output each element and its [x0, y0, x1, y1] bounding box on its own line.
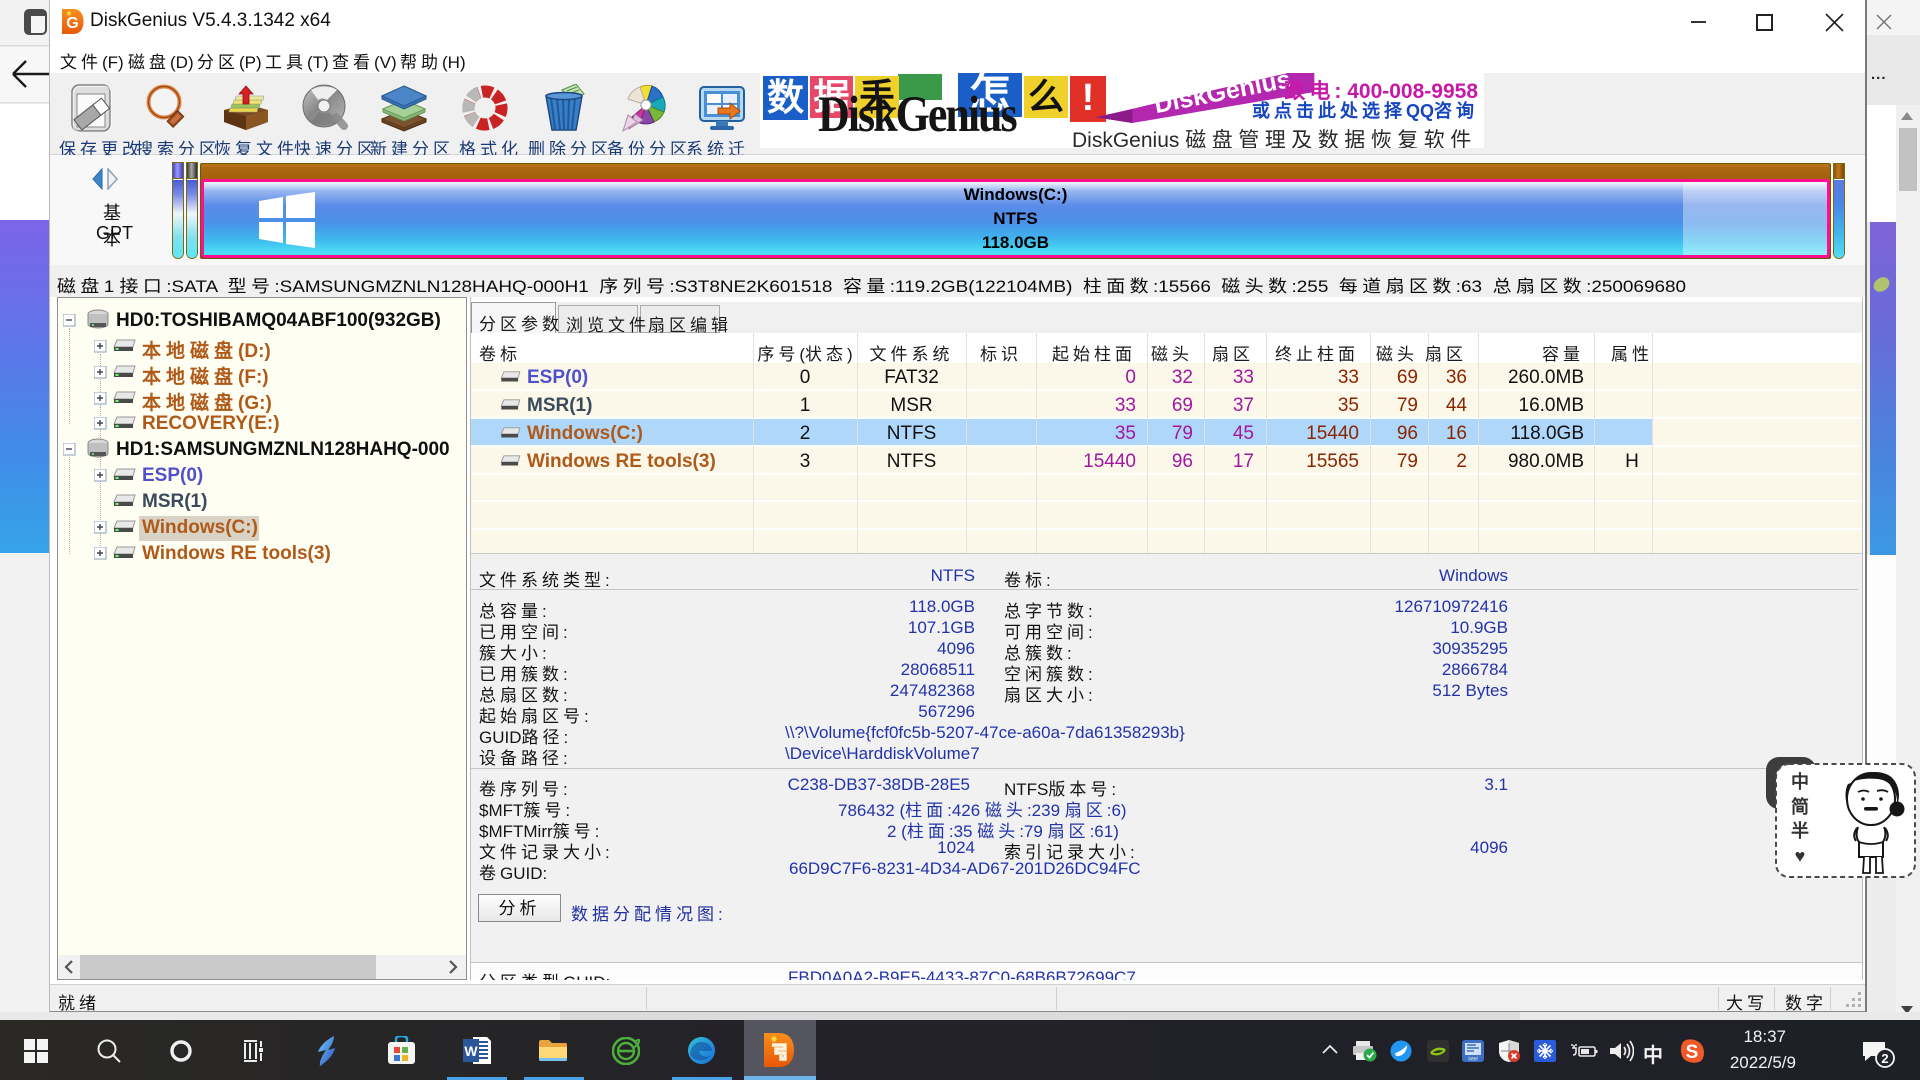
svg-text:intel: intel	[1468, 1057, 1477, 1063]
svg-text:W: W	[464, 1043, 478, 1059]
svg-text:S: S	[1686, 1042, 1699, 1063]
svg-text:2: 2	[1881, 1051, 1888, 1066]
svg-text:G: G	[66, 15, 78, 32]
